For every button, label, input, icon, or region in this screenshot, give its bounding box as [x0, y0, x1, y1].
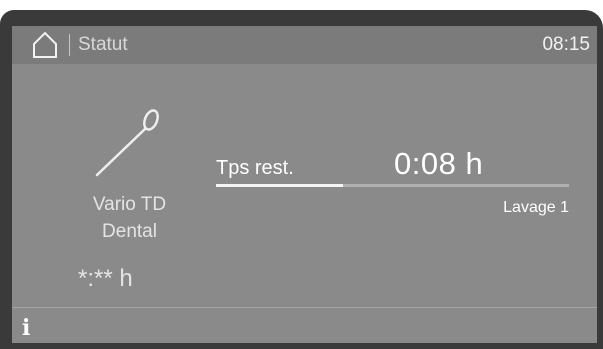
header-divider	[69, 34, 70, 56]
clock: 08:15	[542, 34, 590, 55]
footer-divider	[12, 307, 597, 308]
display-screen: Statut 08:15 Vario TD Dental *:** h Tps …	[12, 26, 597, 343]
remaining-time-value: 0:08 h	[394, 146, 484, 181]
progress-bar	[216, 184, 569, 187]
info-icon[interactable]: i	[22, 316, 30, 340]
header-bar: Statut 08:15	[12, 26, 597, 64]
page-title: Statut	[78, 34, 128, 55]
program-name-line2: Dental	[102, 221, 157, 242]
program-duration: *:** h	[78, 265, 133, 292]
program-name: Vario TD Dental	[62, 191, 197, 245]
program-name-line1: Vario TD	[92, 194, 167, 215]
dental-instrument-icon	[95, 109, 159, 177]
program-phase: Lavage 1	[503, 199, 569, 216]
remaining-time-label: Tps rest.	[216, 157, 294, 179]
progress-bar-fill	[216, 184, 344, 187]
home-icon[interactable]	[32, 31, 58, 58]
